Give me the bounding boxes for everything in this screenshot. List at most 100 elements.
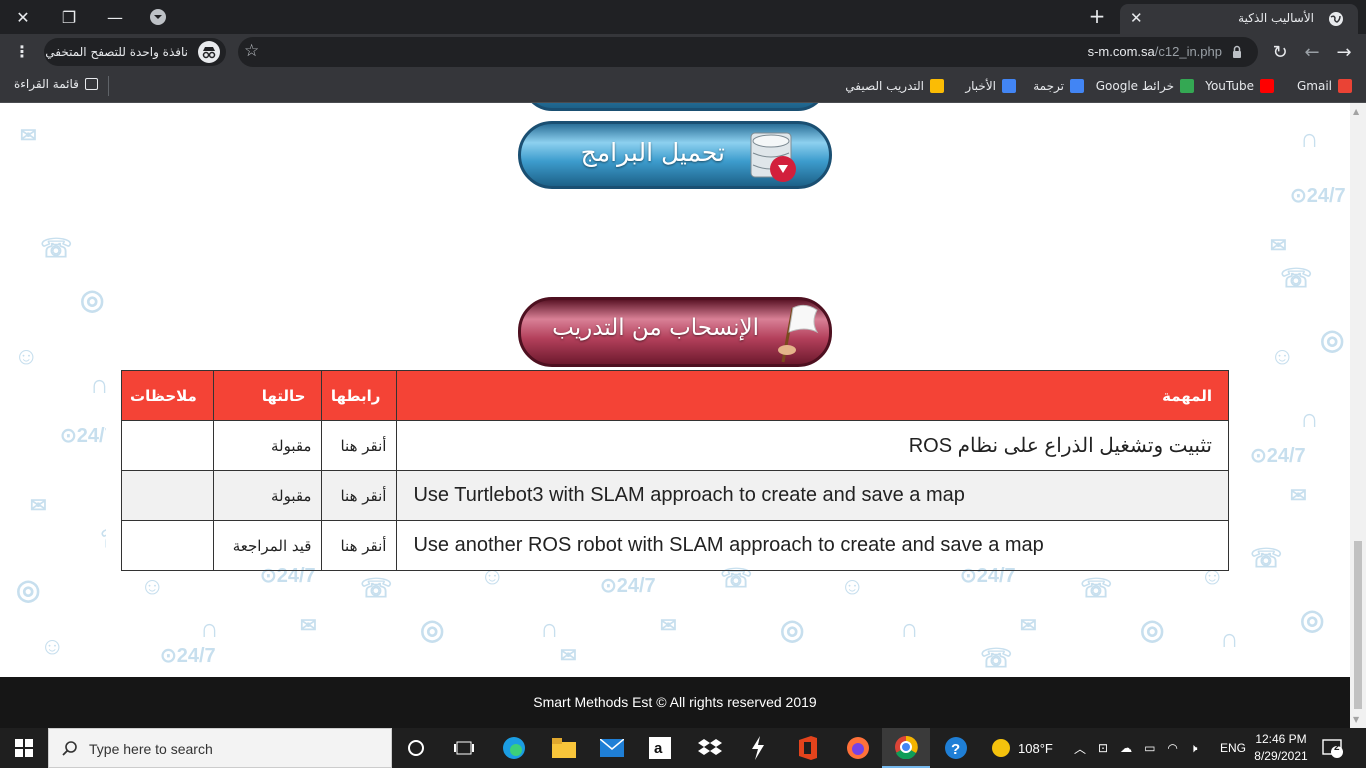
- clock-date: 8/29/2021: [1254, 749, 1308, 763]
- reload-icon[interactable]: ↻: [1268, 40, 1292, 64]
- tab-active[interactable]: الأساليب الذكية ✕: [1120, 4, 1358, 34]
- volume-icon[interactable]: 🕨: [1190, 741, 1198, 756]
- close-tab-icon[interactable]: ✕: [1130, 9, 1143, 27]
- footer-copyright: Smart Methods Est © All rights reserved …: [533, 694, 817, 710]
- url-text[interactable]: s-m.com.sa/c12_in.php: [1088, 44, 1222, 59]
- back-icon[interactable]: →: [1332, 40, 1356, 64]
- task-link[interactable]: أنقر هنا: [321, 470, 398, 521]
- headset-icon: ∩: [1220, 623, 1239, 653]
- envelope-icon: ✉: [20, 125, 37, 147]
- windows-icon: [15, 739, 33, 757]
- notifications-button[interactable]: 2: [1322, 728, 1344, 768]
- status-cell: مقبولة: [212, 420, 323, 471]
- header-notes: ملاحظات: [121, 370, 214, 421]
- envelope-icon: ✉: [660, 615, 677, 637]
- windows-taskbar: Type here to search a ? 108°F ︿ ⊡ ☁ ▭ ◠ …: [0, 728, 1366, 768]
- help-icon[interactable]: ?: [932, 728, 980, 768]
- phone-icon: ☏: [1250, 543, 1283, 573]
- bookmark-gmail[interactable]: Gmail: [1297, 77, 1352, 95]
- database-download-icon: [750, 132, 796, 182]
- globe-icon: ◎: [420, 614, 445, 645]
- tab-title: الأساليب الذكية: [1238, 11, 1314, 25]
- task-link[interactable]: أنقر هنا: [321, 520, 398, 571]
- task-cell: تثبيت وتشغيل الذراع على نظام ROS: [396, 420, 1229, 471]
- cortana-icon[interactable]: [392, 728, 440, 768]
- battery-icon[interactable]: ▭: [1144, 741, 1155, 755]
- restore-window-icon[interactable]: ❐: [46, 0, 92, 34]
- headset-icon: ∩: [1300, 123, 1319, 153]
- globe-icon: ◎: [80, 284, 105, 315]
- language-indicator[interactable]: ENG: [1220, 728, 1246, 768]
- browser-toolbar: ⋮ نافذة واحدة للتصفح المتخفي ☆ s-m.com.s…: [0, 34, 1366, 70]
- scroll-thumb[interactable]: [1354, 541, 1362, 709]
- bookmark-google-maps[interactable]: خرائط Google: [1096, 77, 1194, 95]
- table-row: تثبيت وتشغيل الذراع على نظام ROS أنقر هن…: [121, 420, 1229, 471]
- minimize-window-icon[interactable]: —: [92, 0, 138, 34]
- headset-icon: ∩: [1300, 403, 1319, 433]
- file-explorer-icon[interactable]: [540, 728, 588, 768]
- edge-icon[interactable]: [490, 728, 538, 768]
- gmail-icon: [1338, 79, 1352, 93]
- office-icon[interactable]: [784, 728, 832, 768]
- download-software-button[interactable]: تحميل البرامج: [518, 121, 832, 189]
- status-cell: مقبولة: [212, 470, 323, 521]
- notes-cell: [121, 470, 214, 521]
- header-link: رابطها: [321, 370, 398, 421]
- withdraw-training-label: الإنسحاب من التدريب: [552, 315, 759, 341]
- translate-icon: [1070, 79, 1084, 93]
- bookmark-translate[interactable]: ترجمة: [1033, 77, 1084, 95]
- tab-search-icon[interactable]: [150, 9, 166, 25]
- forward-icon[interactable]: ←: [1300, 40, 1324, 64]
- previous-button-partial[interactable]: [522, 103, 828, 111]
- phone-icon: ☏: [980, 643, 1013, 673]
- amazon-icon[interactable]: a: [636, 728, 684, 768]
- chevron-up-icon[interactable]: ︿: [1074, 740, 1086, 757]
- mail-icon[interactable]: [588, 728, 636, 768]
- taskbar-search[interactable]: Type here to search: [48, 728, 392, 768]
- bookmark-star-icon[interactable]: ☆: [244, 41, 259, 61]
- search-placeholder: Type here to search: [89, 741, 213, 757]
- headset-icon: ∩: [900, 613, 919, 643]
- globe-icon: ◎: [1320, 324, 1345, 355]
- close-window-icon[interactable]: ✕: [0, 0, 46, 34]
- envelope-icon: ✉: [1290, 485, 1307, 507]
- address-bar[interactable]: ☆ s-m.com.sa/c12_in.php: [238, 37, 1258, 67]
- clock[interactable]: 12:46 PM 8/29/2021: [1250, 731, 1312, 765]
- svg-text:a: a: [654, 740, 663, 757]
- start-button[interactable]: [0, 728, 48, 768]
- 247-icon: ⊙24/7: [1290, 185, 1346, 207]
- app-lightning-icon[interactable]: [734, 728, 782, 768]
- bookmark-youtube[interactable]: YouTube: [1205, 77, 1274, 95]
- incognito-label: نافذة واحدة للتصفح المتخفي: [45, 45, 188, 59]
- phone-icon: ☏: [360, 573, 393, 603]
- task-view-icon[interactable]: [440, 728, 488, 768]
- usb-icon[interactable]: ⊡: [1098, 741, 1108, 755]
- dropbox-icon[interactable]: [686, 728, 734, 768]
- task-link[interactable]: أنقر هنا: [321, 420, 398, 471]
- menu-icon[interactable]: ⋮: [14, 42, 30, 61]
- cloud-icon[interactable]: ☁: [1120, 741, 1132, 755]
- bookmark-summer-training[interactable]: التدريب الصيفي: [845, 77, 944, 95]
- reading-list-button[interactable]: قائمة القراءة: [14, 77, 98, 91]
- scroll-up-icon[interactable]: ▲: [1353, 107, 1359, 116]
- notes-cell: [121, 520, 214, 571]
- withdraw-training-button[interactable]: الإنسحاب من التدريب: [518, 297, 832, 367]
- svg-text:?: ?: [951, 741, 960, 758]
- wifi-icon[interactable]: ◠: [1167, 741, 1177, 755]
- user-icon: ☺: [40, 633, 65, 660]
- lock-icon[interactable]: [1230, 45, 1244, 59]
- weather-widget[interactable]: 108°F: [992, 728, 1053, 768]
- page-scrollbar[interactable]: ▲ ▼: [1350, 103, 1366, 728]
- new-tab-button[interactable]: +: [1086, 4, 1108, 28]
- firefox-icon[interactable]: [834, 728, 882, 768]
- scroll-down-icon[interactable]: ▼: [1353, 715, 1359, 724]
- globe-icon: ◎: [16, 574, 41, 605]
- headset-icon: ∩: [200, 613, 219, 643]
- chrome-icon[interactable]: [882, 728, 930, 768]
- user-icon: ☺: [140, 573, 165, 600]
- user-icon: ☺: [14, 343, 39, 370]
- sun-icon: [992, 739, 1010, 757]
- phone-icon: ☏: [40, 233, 73, 263]
- incognito-indicator[interactable]: نافذة واحدة للتصفح المتخفي: [44, 38, 226, 66]
- bookmark-news[interactable]: الأخبار: [965, 77, 1016, 95]
